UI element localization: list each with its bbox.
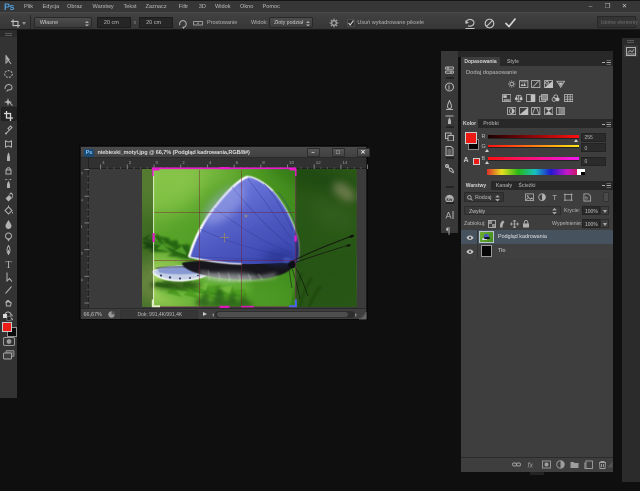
svg-text:6: 6 [235,160,238,165]
svg-text:kw: kw [446,197,453,202]
svg-text:10: 10 [289,160,295,165]
svg-text:2: 2 [182,160,185,165]
svg-text:14: 14 [342,160,348,165]
svg-text:4: 4 [208,160,211,165]
svg-text:fx: fx [585,196,589,201]
svg-text:0: 0 [81,172,85,175]
svg-text:0: 0 [155,160,158,165]
svg-text:2: 2 [128,160,131,165]
svg-text:8: 8 [81,278,85,281]
svg-text:i: i [448,83,450,91]
svg-text:8: 8 [262,160,265,165]
svg-text:4: 4 [102,160,105,165]
svg-text:A: A [445,210,451,220]
svg-text:4: 4 [81,225,85,228]
svg-text:2: 2 [81,198,85,201]
svg-text:fx: fx [528,463,534,470]
svg-text:¶: ¶ [446,227,451,235]
svg-text:T: T [6,260,12,269]
svg-text:6: 6 [81,252,85,255]
svg-text:12: 12 [315,160,321,165]
svg-text:T: T [552,193,557,201]
